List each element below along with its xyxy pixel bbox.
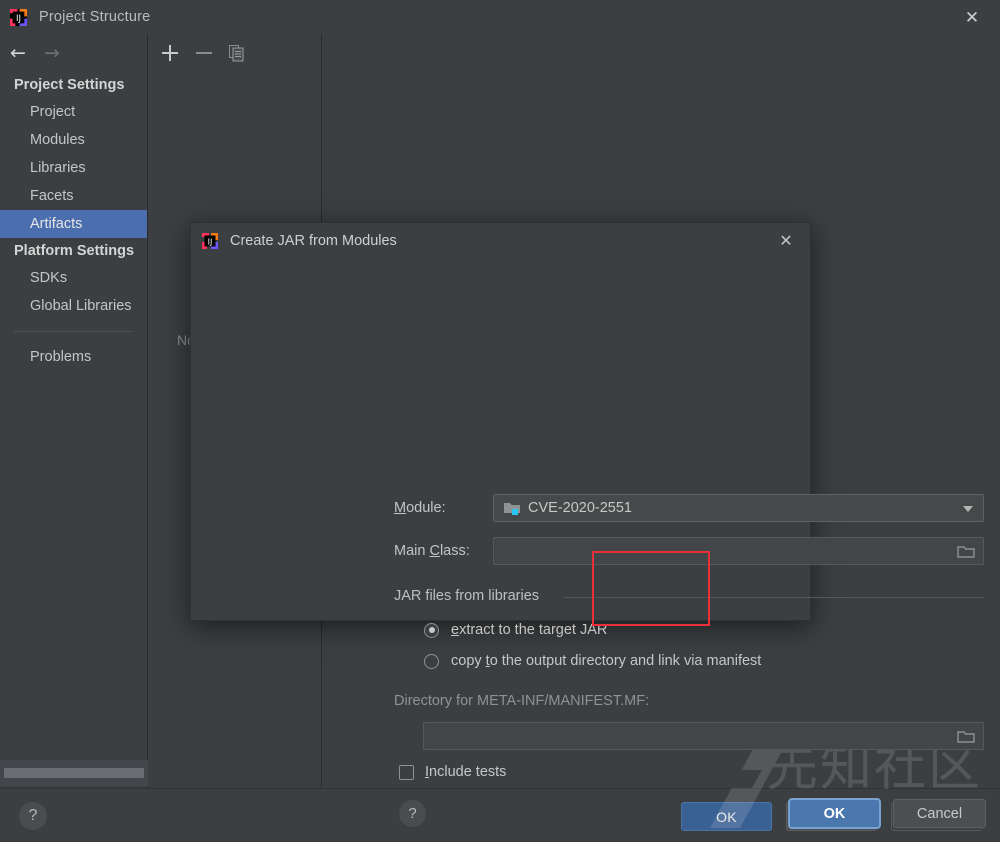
help-icon[interactable]: ? — [19, 802, 47, 830]
remove-icon[interactable] — [195, 44, 213, 62]
chevron-down-icon[interactable] — [963, 506, 973, 512]
manifest-dir-label: Directory for META-INF/MANIFEST.MF: — [394, 693, 649, 709]
radio-extract-accel: e — [451, 622, 459, 638]
module-folder-icon — [504, 501, 520, 515]
settings-sidebar: ← → Project Settings Project Modules Lib… — [0, 34, 148, 788]
include-tests-label: nclude tests — [429, 764, 506, 780]
radio-indicator[interactable] — [424, 654, 439, 669]
window-titlebar: IJ Project Structure ✕ — [0, 0, 1000, 34]
dialog-title: Create JAR from Modules — [230, 233, 397, 249]
artifacts-toolbar — [149, 34, 321, 72]
back-arrow-icon[interactable]: ← — [10, 44, 26, 63]
sidebar-item-problems[interactable]: Problems — [0, 343, 147, 371]
sidebar-nav-arrows: ← → — [0, 34, 147, 72]
main-class-label-pre: Main — [394, 543, 429, 559]
intellij-idea-icon: IJ — [10, 9, 27, 26]
sidebar-item-project[interactable]: Project — [0, 98, 147, 126]
sidebar-divider — [14, 331, 133, 332]
module-value: CVE-2020-2551 — [528, 500, 632, 516]
module-dropdown[interactable]: CVE-2020-2551 — [493, 494, 984, 522]
dialog-cancel-button[interactable]: Cancel — [893, 799, 986, 828]
radio-indicator[interactable] — [424, 623, 439, 638]
project-structure-window: IJ Project Structure ✕ ← → Project Setti… — [0, 0, 1000, 842]
sidebar-item-modules[interactable]: Modules — [0, 126, 147, 154]
radio-extract-label: xtract to the target JAR — [459, 622, 607, 638]
sidebar-item-global-libraries[interactable]: Global Libraries — [0, 292, 147, 320]
radio-copy-label-post: o the output directory and link via mani… — [490, 653, 762, 669]
radio-extract-to-target-jar[interactable]: extract to the target JAR — [424, 622, 607, 638]
copy-icon[interactable] — [229, 45, 245, 62]
forward-arrow-icon[interactable]: → — [44, 44, 60, 63]
sidebar-group-platform-settings: Platform Settings — [0, 238, 147, 264]
main-class-label-post: lass: — [440, 543, 470, 559]
folder-browse-icon[interactable] — [957, 729, 975, 744]
module-label: Module: — [394, 500, 446, 516]
close-icon[interactable]: ✕ — [962, 8, 982, 28]
sidebar-item-facets[interactable]: Facets — [0, 182, 147, 210]
add-icon[interactable] — [161, 44, 179, 62]
sidebar-item-libraries[interactable]: Libraries — [0, 154, 147, 182]
group-divider — [564, 597, 984, 598]
dialog-close-icon[interactable]: ✕ — [776, 231, 796, 251]
folder-browse-icon[interactable] — [957, 544, 975, 559]
dialog-titlebar: IJ Create JAR from Modules ✕ — [191, 223, 810, 259]
window-title: Project Structure — [39, 9, 150, 25]
main-class-input[interactable] — [493, 537, 984, 565]
intellij-idea-icon: IJ — [202, 233, 218, 249]
manifest-dir-input[interactable] — [423, 722, 984, 750]
dialog-help-icon[interactable]: ? — [399, 800, 426, 827]
svg-text:IJ: IJ — [16, 14, 21, 24]
radio-copy-to-output-dir[interactable]: copy to the output directory and link vi… — [424, 653, 761, 669]
checkbox-indicator[interactable] — [399, 765, 414, 780]
dialog-ok-button[interactable]: OK — [788, 798, 881, 829]
include-tests-checkbox[interactable]: Include tests — [399, 764, 506, 780]
module-label-rest: odule: — [406, 500, 446, 516]
sidebar-group-project-settings: Project Settings — [0, 72, 147, 98]
jar-libraries-group-title: JAR files from libraries — [394, 588, 539, 604]
module-label-accel: M — [394, 500, 406, 516]
scrollbar-thumb[interactable] — [4, 768, 144, 778]
sidebar-item-artifacts[interactable]: Artifacts — [0, 210, 147, 238]
ok-button[interactable]: OK — [681, 802, 772, 831]
main-class-label-accel: C — [429, 543, 439, 559]
sidebar-item-sdks[interactable]: SDKs — [0, 264, 147, 292]
svg-text:IJ: IJ — [208, 238, 213, 247]
sidebar-horizontal-scrollbar[interactable] — [0, 760, 148, 786]
main-class-label: Main Class: — [394, 543, 470, 559]
radio-copy-label-pre: copy — [451, 653, 486, 669]
create-jar-dialog: IJ Create JAR from Modules ✕ Module: CVE… — [190, 222, 811, 621]
